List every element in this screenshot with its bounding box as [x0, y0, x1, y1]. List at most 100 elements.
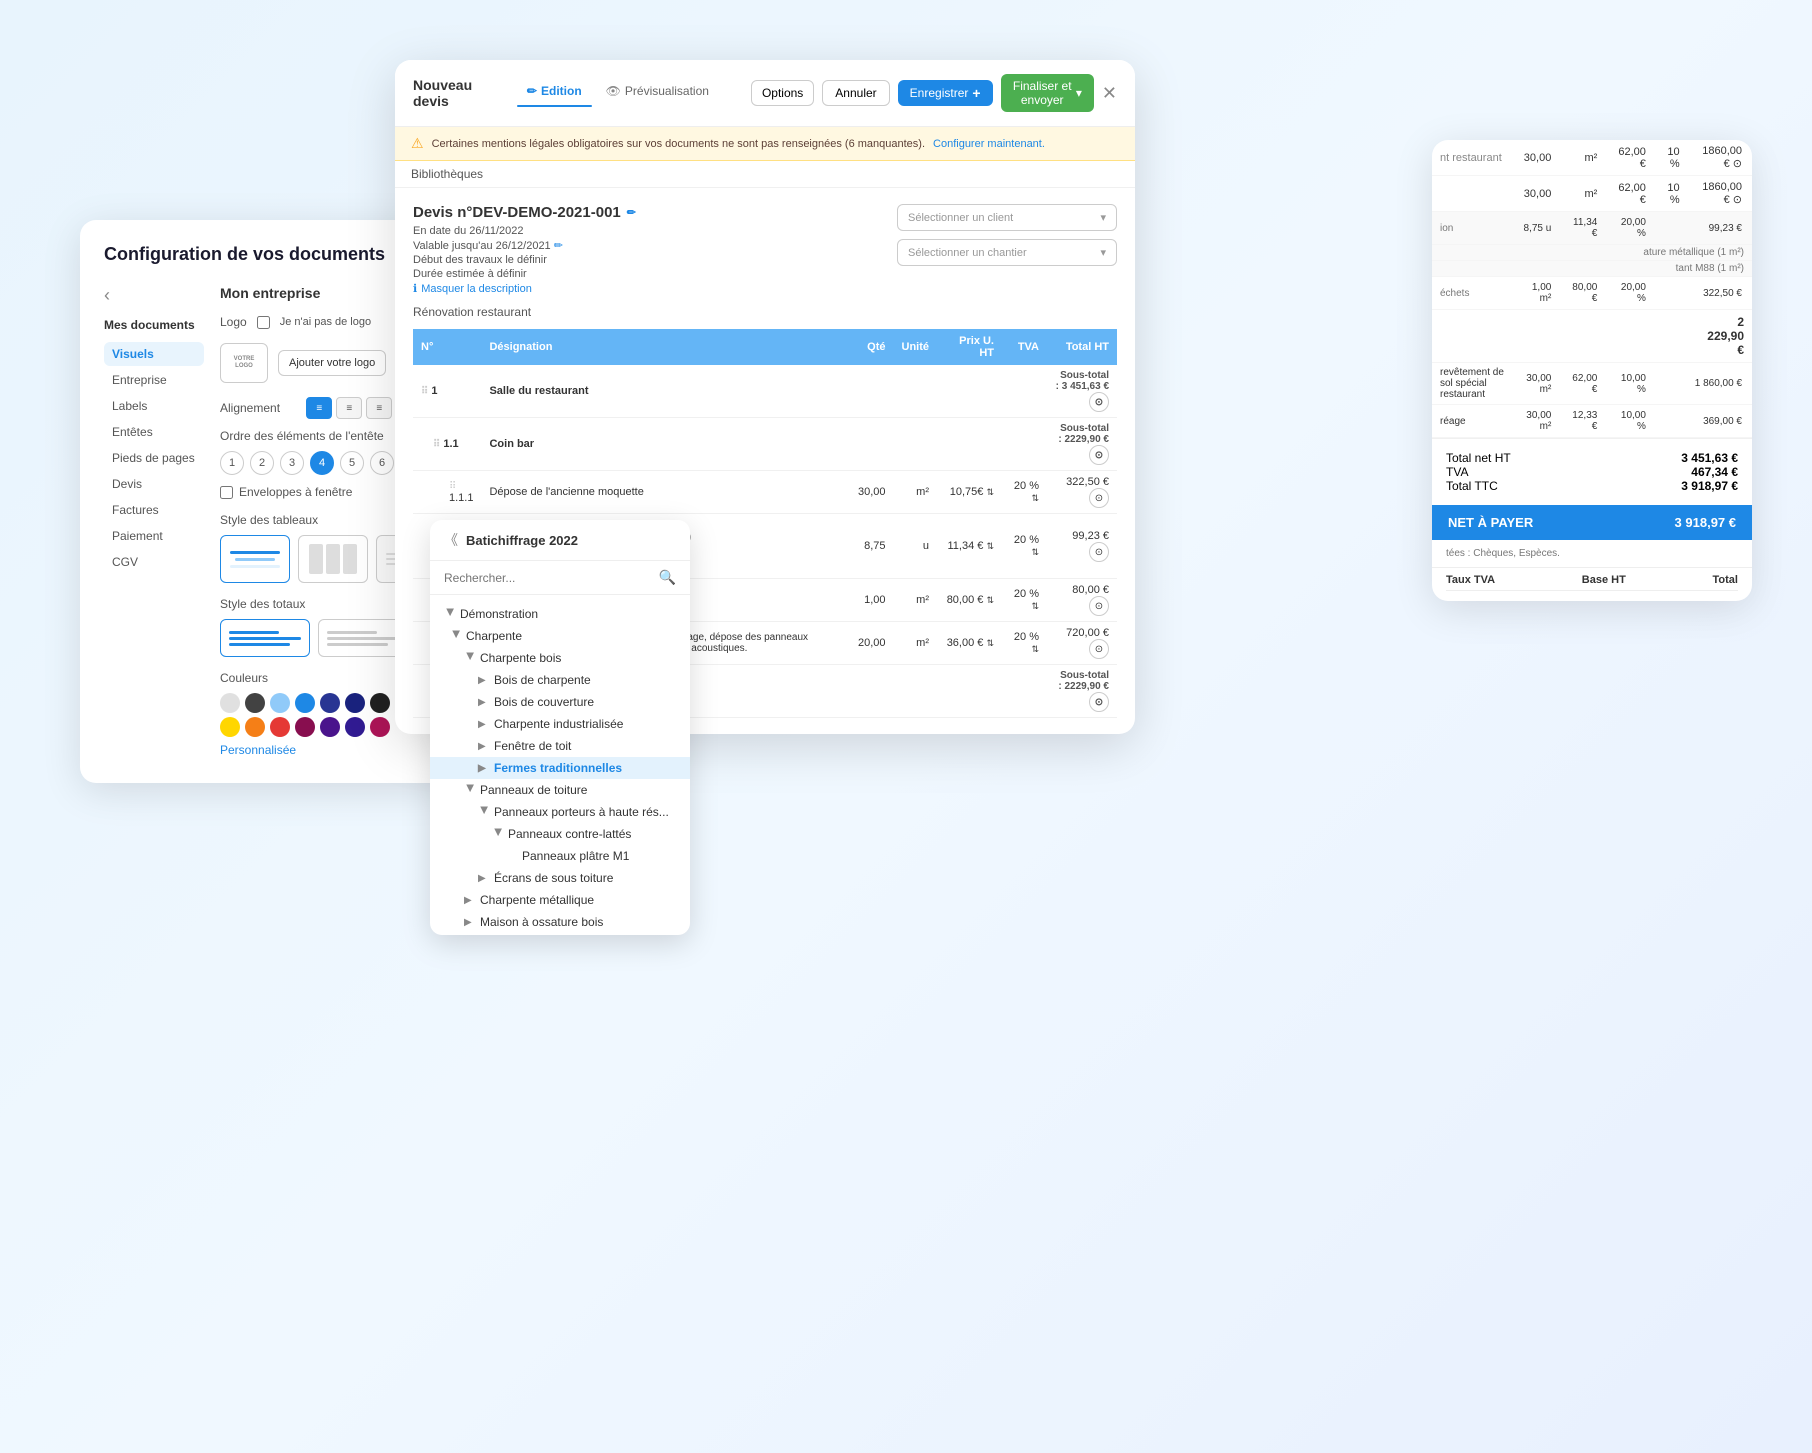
- expand-icon[interactable]: ⊙: [1089, 692, 1109, 712]
- back-button[interactable]: ‹: [104, 285, 204, 306]
- row-prix: 62,00 €: [1607, 176, 1656, 212]
- tree-item-fermes[interactable]: ▶ Fermes traditionnelles: [430, 757, 690, 779]
- tree-item-ecrans[interactable]: ▶ Écrans de sous toiture: [430, 867, 690, 889]
- warning-link[interactable]: Configurer maintenant.: [933, 138, 1045, 150]
- close-button[interactable]: ✕: [1102, 83, 1117, 104]
- order-num-5[interactable]: 5: [340, 451, 364, 475]
- style-table-2[interactable]: [298, 535, 368, 583]
- col-qte: Qté: [844, 329, 894, 365]
- row-prix: 62,00 €: [1607, 140, 1656, 176]
- tree-item-panneaux-contre-lattes[interactable]: ▶ Panneaux contre-lattés: [430, 823, 690, 845]
- style-table-1[interactable]: [220, 535, 290, 583]
- personnalisee-link[interactable]: Personnalisée: [220, 743, 296, 757]
- finaliser-button[interactable]: Finaliser et envoyer ▾: [1001, 74, 1094, 112]
- logo-label: Logo: [220, 315, 247, 329]
- color-swatch-2[interactable]: [245, 693, 265, 713]
- order-num-6[interactable]: 6: [370, 451, 394, 475]
- sidebar-item-paiement[interactable]: Paiement: [104, 524, 204, 548]
- row-action-icon[interactable]: ⊙: [1089, 596, 1109, 616]
- sidebar-item-visuels[interactable]: Visuels: [104, 342, 204, 366]
- color-swatch-6[interactable]: [345, 693, 365, 713]
- style-totaux-1[interactable]: [220, 619, 310, 657]
- options-button[interactable]: Options: [751, 80, 814, 106]
- devis-num: Devis n°DEV-DEMO-2021-001: [413, 204, 621, 221]
- row-action-icon[interactable]: ⊙: [1089, 488, 1109, 508]
- pencil-tab-icon: ✏: [527, 84, 537, 98]
- color-swatch-11[interactable]: [295, 717, 315, 737]
- sidebar-item-cgv[interactable]: CGV: [104, 550, 204, 574]
- tree-label: Bois de charpente: [494, 673, 591, 687]
- select-client-arrow: ▾: [1100, 211, 1106, 224]
- totals-table: Total net HT 3 451,63 € TVA 467,34 € Tot…: [1446, 451, 1738, 493]
- order-num-4[interactable]: 4: [310, 451, 334, 475]
- sidebar-item-factures[interactable]: Factures: [104, 498, 204, 522]
- order-num-1[interactable]: 1: [220, 451, 244, 475]
- total-col-label: Total: [1713, 574, 1738, 586]
- bati-card: 《 Batichiffrage 2022 🔍 ▶ Démonstration ▶…: [430, 520, 690, 935]
- annuler-button[interactable]: Annuler: [822, 80, 889, 106]
- sidebar-item-entetes[interactable]: Entêtes: [104, 420, 204, 444]
- arrow-icon: ▶: [465, 652, 476, 664]
- paiement-modes: tées : Chèques, Espèces.: [1432, 540, 1752, 567]
- add-logo-button[interactable]: Ajouter votre logo: [278, 350, 386, 376]
- base-ht-col-label: Base HT: [1582, 574, 1626, 586]
- tree-item-fenetre-toit[interactable]: ▶ Fenêtre de toit: [430, 735, 690, 757]
- order-num-2[interactable]: 2: [250, 451, 274, 475]
- enregistrer-button[interactable]: Enregistrer +: [898, 80, 993, 106]
- tab-previsualisation[interactable]: 👁 Prévisualisation: [596, 79, 719, 107]
- envelope-checkbox[interactable]: [220, 486, 233, 499]
- select-chantier[interactable]: Sélectionner un chantier ▾: [897, 239, 1117, 266]
- color-swatch-13[interactable]: [345, 717, 365, 737]
- tree-item-couverture[interactable]: ▶ Couverture et eaux pluviales: [430, 933, 690, 935]
- select-client[interactable]: Sélectionner un client ▾: [897, 204, 1117, 231]
- tree-item-charpente-bois[interactable]: ▶ Charpente bois: [430, 647, 690, 669]
- expand-icon[interactable]: ⊙: [1089, 392, 1109, 412]
- sidebar-item-labels[interactable]: Labels: [104, 394, 204, 418]
- tab-edition[interactable]: ✏ Edition: [517, 79, 592, 107]
- enregistrer-icon: +: [972, 85, 980, 101]
- tree-item-charpente-metallique[interactable]: ▶ Charpente métallique: [430, 889, 690, 911]
- tree-item-panneaux-platre[interactable]: ▶ Panneaux plâtre M1: [430, 845, 690, 867]
- align-center-btn[interactable]: ≡: [336, 397, 362, 419]
- tree-item-maison-ossature[interactable]: ▶ Maison à ossature bois: [430, 911, 690, 933]
- tree-item-bois-couverture[interactable]: ▶ Bois de couverture: [430, 691, 690, 713]
- tree-item-charpente[interactable]: ▶ Charpente: [430, 625, 690, 647]
- color-swatch-10[interactable]: [270, 717, 290, 737]
- sidebar-item-pieds[interactable]: Pieds de pages: [104, 446, 204, 470]
- tree-item-bois-charpente[interactable]: ▶ Bois de charpente: [430, 669, 690, 691]
- logo-checkbox[interactable]: [257, 316, 270, 329]
- tree-item-charpente-industrialisee[interactable]: ▶ Charpente industrialisée: [430, 713, 690, 735]
- color-swatch-3[interactable]: [270, 693, 290, 713]
- sidebar-item-devis[interactable]: Devis: [104, 472, 204, 496]
- align-left-btn[interactable]: ≡: [306, 397, 332, 419]
- edit-validite-icon[interactable]: ✏: [554, 240, 563, 252]
- edit-num-icon[interactable]: ✏: [627, 206, 636, 219]
- sidebar-section-title: Mes documents: [104, 318, 204, 332]
- color-swatch-7[interactable]: [370, 693, 390, 713]
- select-chantier-label: Sélectionner un chantier: [908, 247, 1027, 259]
- color-swatch-9[interactable]: [245, 717, 265, 737]
- total-ttc-value: 3 918,97 €: [1602, 479, 1738, 493]
- sidebar-item-entreprise[interactable]: Entreprise: [104, 368, 204, 392]
- tree-item-panneaux-toiture[interactable]: ▶ Panneaux de toiture: [430, 779, 690, 801]
- tree-item-demonstration[interactable]: ▶ Démonstration: [430, 603, 690, 625]
- masquer-link[interactable]: ℹ Masquer la description: [413, 282, 636, 295]
- bati-search-input[interactable]: [444, 571, 653, 585]
- warning-icon: ⚠: [411, 135, 424, 152]
- expand-icon[interactable]: ⊙: [1089, 445, 1109, 465]
- color-swatch-1[interactable]: [220, 693, 240, 713]
- color-swatch-12[interactable]: [320, 717, 340, 737]
- color-swatch-4[interactable]: [295, 693, 315, 713]
- color-swatch-14[interactable]: [370, 717, 390, 737]
- arrow-icon: ▶: [464, 895, 476, 906]
- row-action-icon[interactable]: ⊙: [1089, 542, 1109, 562]
- order-num-3[interactable]: 3: [280, 451, 304, 475]
- previsualisation-label: Prévisualisation: [625, 84, 709, 98]
- color-swatch-5[interactable]: [320, 693, 340, 713]
- align-right-btn[interactable]: ≡: [366, 397, 392, 419]
- bati-collapse-icon[interactable]: 《: [444, 530, 458, 550]
- color-swatch-8[interactable]: [220, 717, 240, 737]
- devis-validite: Valable jusqu'au 26/12/2021: [413, 240, 551, 252]
- tree-item-panneaux-porteurs[interactable]: ▶ Panneaux porteurs à haute rés...: [430, 801, 690, 823]
- row-action-icon[interactable]: ⊙: [1089, 639, 1109, 659]
